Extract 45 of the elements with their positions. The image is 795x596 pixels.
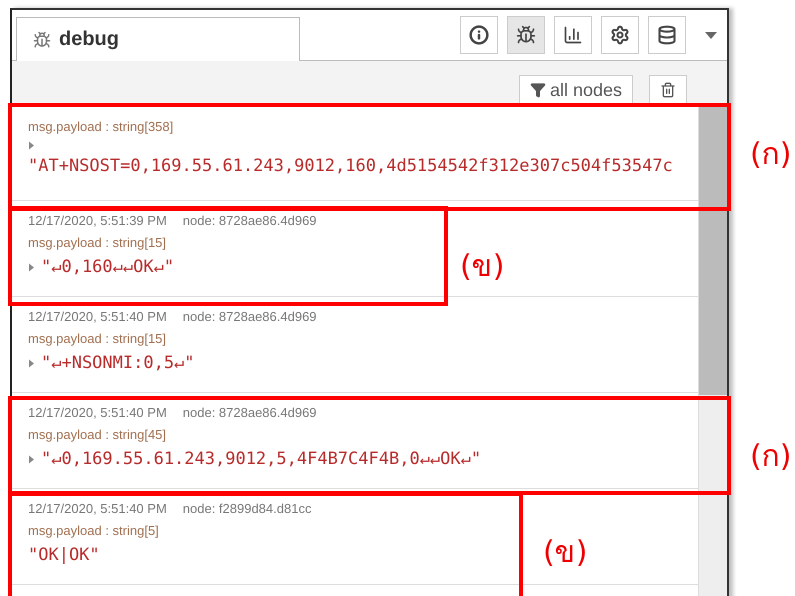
clear-button[interactable] [649,75,687,105]
message-source-label: node: f2899d84.d81cc [182,501,312,516]
database-icon [657,25,677,45]
scrollbar[interactable] [698,105,727,596]
message-value: "AT+NSOST=0,169.55.61.243,9012,160,4d5154542f312e307c504f53547c [28,156,673,176]
info-icon [469,25,489,45]
bug-icon [33,30,51,48]
caret-icon[interactable] [705,32,717,38]
message-time: 12/17/2020, 5:51:40 PM [28,405,167,420]
bar-chart-icon [563,25,583,45]
message-value: "OK|OK" [28,545,100,565]
annotation-label: (ข) [460,248,504,286]
filter-button[interactable]: all nodes [518,75,633,105]
annotation-label: (ข) [543,534,588,572]
expand-arrow-icon[interactable] [28,141,35,150]
message-source-label: node: 8728ae86.4d969 [182,213,317,228]
sidebar-button[interactable] [648,16,686,54]
message-source-label: node: 8728ae86.4d969 [182,405,317,420]
message-topic: msg.payload : string[45] [28,427,168,442]
expand-arrow-icon[interactable] [28,454,35,464]
annotation-label: (ก) [750,136,792,174]
sidebar-button[interactable] [507,16,545,54]
message-topic: msg.payload : string[5] [28,523,160,538]
trash-icon [660,82,676,98]
annotation-label: (ก) [750,438,792,476]
message-value: "↵+NSONMI:0,5↵" [41,353,195,373]
debug-tab[interactable]: debug [16,17,300,61]
bug-icon [516,25,536,45]
message-value: "↵0,169.55.61.243,9012,5,4F4B7C4F4B,0↵↵OK↵" [41,449,482,469]
message-time: 12/17/2020, 5:51:40 PM [28,309,167,324]
message-topic: msg.payload : string[15] [28,235,168,250]
tab-label: debug [59,28,119,51]
message-time: 12/17/2020, 5:51:39 PM [28,213,167,228]
sidebar-button[interactable] [601,16,639,54]
expand-arrow-icon[interactable] [28,262,35,272]
message-topic: msg.payload : string[15] [28,331,168,346]
message-value: "↵0,160↵↵OK↵" [41,257,174,277]
expand-arrow-icon[interactable] [28,358,35,368]
message-source-label: node: 8728ae86.4d969 [182,309,317,324]
filter-icon [530,82,546,98]
sidebar-button[interactable] [460,16,498,54]
message-topic: msg.payload : string[358] [28,119,174,134]
message-time: 12/17/2020, 5:51:40 PM [28,501,167,516]
sidebar-button[interactable] [554,16,592,54]
settings-icon [610,25,630,45]
